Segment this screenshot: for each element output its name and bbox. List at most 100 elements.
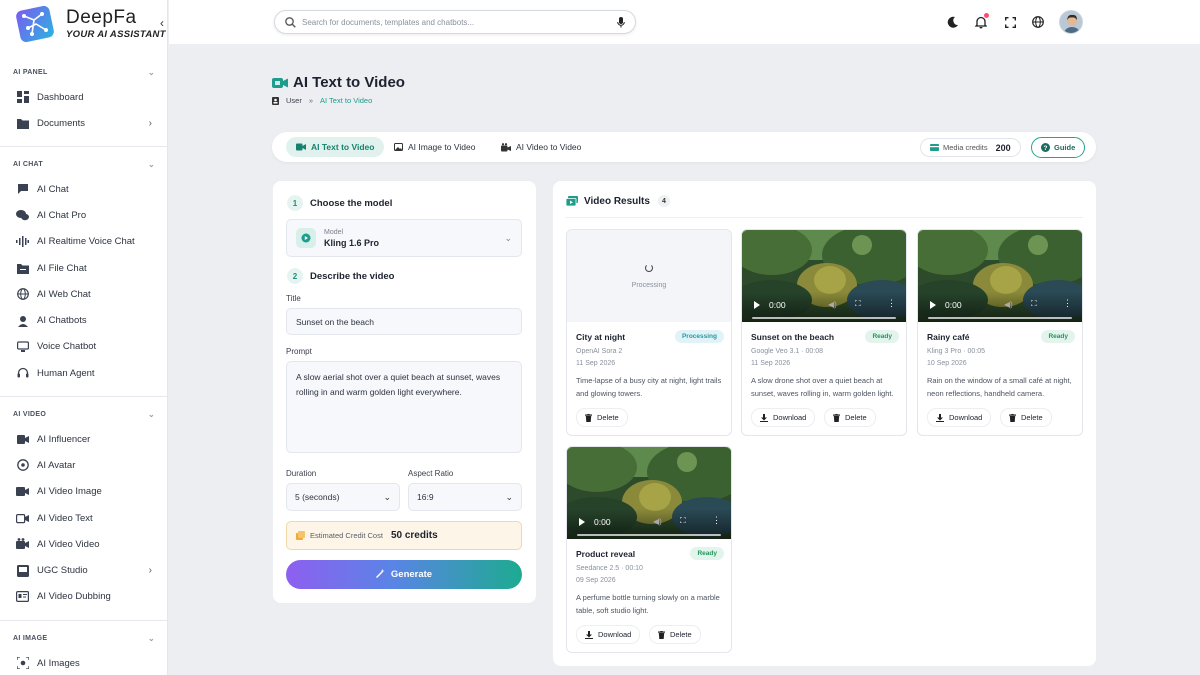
delete-button[interactable]: Delete [1000, 408, 1052, 427]
tab-ai-video-to-video[interactable]: AI Video to Video [491, 137, 591, 157]
duration-select[interactable]: 5 (seconds) ⌄ [286, 483, 400, 511]
sidebar-item-ai-file-chat[interactable]: AI File Chat [0, 255, 167, 281]
trash-icon [1009, 413, 1016, 422]
search-bar[interactable] [274, 10, 636, 34]
video-library-icon [566, 196, 578, 206]
section-head-ai-chat[interactable]: AI CHAT ⌄ [0, 156, 167, 172]
chevron-down-icon: ⌄ [504, 233, 512, 243]
video-progress-bar[interactable] [928, 317, 1072, 319]
delete-button[interactable]: Delete [824, 408, 876, 427]
sidebar-item-ai-chatbots[interactable]: AI Chatbots [0, 307, 167, 333]
video-thumbnail-processing: Processing [567, 230, 731, 322]
tab-ai-text-to-video[interactable]: AI Text to Video [286, 137, 385, 157]
video-player[interactable]: 0:00 ◀) ⛶ ⋮ [742, 230, 906, 322]
brand-logo-icon [16, 5, 54, 43]
prompt-textarea[interactable]: A slow aerial shot over a quiet beach at… [286, 361, 522, 453]
volume-icon[interactable]: ◀) [828, 300, 837, 309]
brand[interactable]: DeepFa YOUR AI ASSISTANT ‹ [0, 0, 167, 48]
sidebar-item-ai-video-dubbing[interactable]: AI Video Dubbing [0, 584, 167, 610]
title-input[interactable]: Sunset on the beach [286, 308, 522, 335]
more-options-icon[interactable]: ⋮ [887, 298, 896, 309]
fullscreen-icon[interactable] [1001, 13, 1019, 31]
video-progress-bar[interactable] [752, 317, 896, 319]
video-player[interactable]: 0:00 ◀) ⛶ ⋮ [918, 230, 1082, 322]
step-choose-model: 1 Choose the model [287, 195, 392, 211]
breadcrumb: User » AI Text to Video [272, 96, 372, 105]
delete-button[interactable]: Delete [649, 625, 701, 644]
sidebar-divider [0, 620, 167, 621]
play-icon[interactable] [930, 301, 936, 309]
volume-icon[interactable]: ◀) [653, 517, 662, 526]
play-icon[interactable] [754, 301, 760, 309]
sidebar-item-voice-chatbot[interactable]: Voice Chatbot [0, 334, 167, 360]
video-player[interactable]: 0:00 ◀) ⛶ ⋮ [567, 447, 731, 539]
breadcrumb-user[interactable]: User [286, 96, 302, 105]
section-head-ai-panel[interactable]: AI PANEL ⌄ [0, 64, 167, 80]
status-badge: Processing [674, 330, 724, 343]
sidebar-item-ai-chat-pro[interactable]: AI Chat Pro [0, 202, 167, 228]
search-icon [285, 16, 296, 28]
section-head-ai-video[interactable]: AI VIDEO ⌄ [0, 406, 167, 422]
video-controls: 0:00 ◀) ⛶ ⋮ [742, 292, 906, 322]
model-value: Kling 1.6 Pro [324, 237, 380, 248]
more-options-icon[interactable]: ⋮ [1063, 298, 1072, 309]
download-button[interactable]: Download [927, 408, 992, 427]
robot-icon [16, 314, 29, 327]
volume-icon[interactable]: ◀) [1004, 300, 1013, 309]
brand-name: DeepFa [66, 7, 137, 29]
chat-icon [16, 183, 29, 196]
sidebar-item-ai-influencer[interactable]: AI Influencer [0, 426, 167, 452]
download-button[interactable]: Download [576, 625, 641, 644]
section-head-ai-image[interactable]: AI IMAGE ⌄ [0, 630, 167, 646]
microphone-icon[interactable] [617, 16, 625, 28]
bell-icon[interactable] [972, 13, 990, 31]
sidebar-item-documents[interactable]: Documents › [0, 110, 167, 136]
coins-icon [296, 531, 305, 540]
fullscreen-icon[interactable]: ⛶ [1031, 299, 1037, 309]
video-progress-bar[interactable] [577, 534, 721, 536]
sidebar-item-ai-avatar[interactable]: AI Avatar [0, 452, 167, 478]
language-globe-icon[interactable] [1029, 13, 1047, 31]
sidebar-item-ugc-studio[interactable]: UGC Studio › [0, 557, 167, 583]
dashboard-icon [16, 91, 29, 104]
fullscreen-icon[interactable]: ⛶ [855, 299, 861, 309]
model-select[interactable]: Model Kling 1.6 Pro ⌄ [286, 219, 522, 257]
search-input[interactable] [302, 17, 617, 27]
video-controls: 0:00 ◀) ⛶ ⋮ [567, 509, 731, 539]
generate-button[interactable]: Generate [286, 560, 522, 589]
sidebar-item-ai-web-chat[interactable]: AI Web Chat [0, 281, 167, 307]
tabs-bar: AI Text to Video AI Image to Video AI Vi… [272, 132, 1096, 162]
folder-icon [16, 117, 29, 130]
moon-icon[interactable] [944, 13, 962, 31]
more-options-icon[interactable]: ⋮ [712, 515, 721, 526]
fullscreen-icon[interactable]: ⛶ [680, 516, 686, 526]
download-button[interactable]: Download [751, 408, 816, 427]
sidebar-item-human-agent[interactable]: Human Agent [0, 360, 167, 386]
chevron-down-icon: ⌄ [147, 633, 155, 643]
video-model: OpenAI Sora 2 [576, 348, 623, 355]
aspect-ratio-select[interactable]: 16:9 ⌄ [408, 483, 522, 511]
tab-ai-image-to-video[interactable]: AI Image to Video [384, 137, 485, 157]
headset-icon [16, 367, 29, 380]
guide-button[interactable]: ? Guide [1031, 137, 1086, 158]
collapse-sidebar-icon[interactable]: ‹ [155, 16, 167, 30]
avatar-icon [16, 459, 29, 472]
video-description: Time-lapse of a busy city at night, ligh… [576, 376, 722, 398]
sidebar-item-ai-realtime-voice-chat[interactable]: AI Realtime Voice Chat [0, 229, 167, 255]
dubbing-icon [16, 590, 29, 603]
sidebar-item-ai-video-text[interactable]: AI Video Text [0, 505, 167, 531]
download-icon [936, 413, 944, 422]
file-chat-icon [16, 262, 29, 275]
video-title: Rainy café [927, 332, 970, 342]
sidebar-item-ai-chat[interactable]: AI Chat [0, 176, 167, 202]
sidebar-item-dashboard[interactable]: Dashboard [0, 84, 167, 110]
video-description: A perfume bottle turning slowly on a mar… [576, 593, 720, 615]
sidebar-item-ai-video-image[interactable]: AI Video Image [0, 479, 167, 505]
section-ai-video: AI VIDEO ⌄ AI Influencer AI Avatar AI Vid… [0, 406, 167, 610]
play-icon[interactable] [579, 518, 585, 526]
delete-button[interactable]: Delete [576, 408, 628, 427]
sidebar-item-ai-video-video[interactable]: AI Video Video [0, 531, 167, 557]
user-avatar[interactable] [1059, 10, 1083, 34]
sidebar-item-ai-images[interactable]: AI Images [0, 650, 167, 675]
aspect-ratio-label: Aspect Ratio [408, 469, 454, 478]
